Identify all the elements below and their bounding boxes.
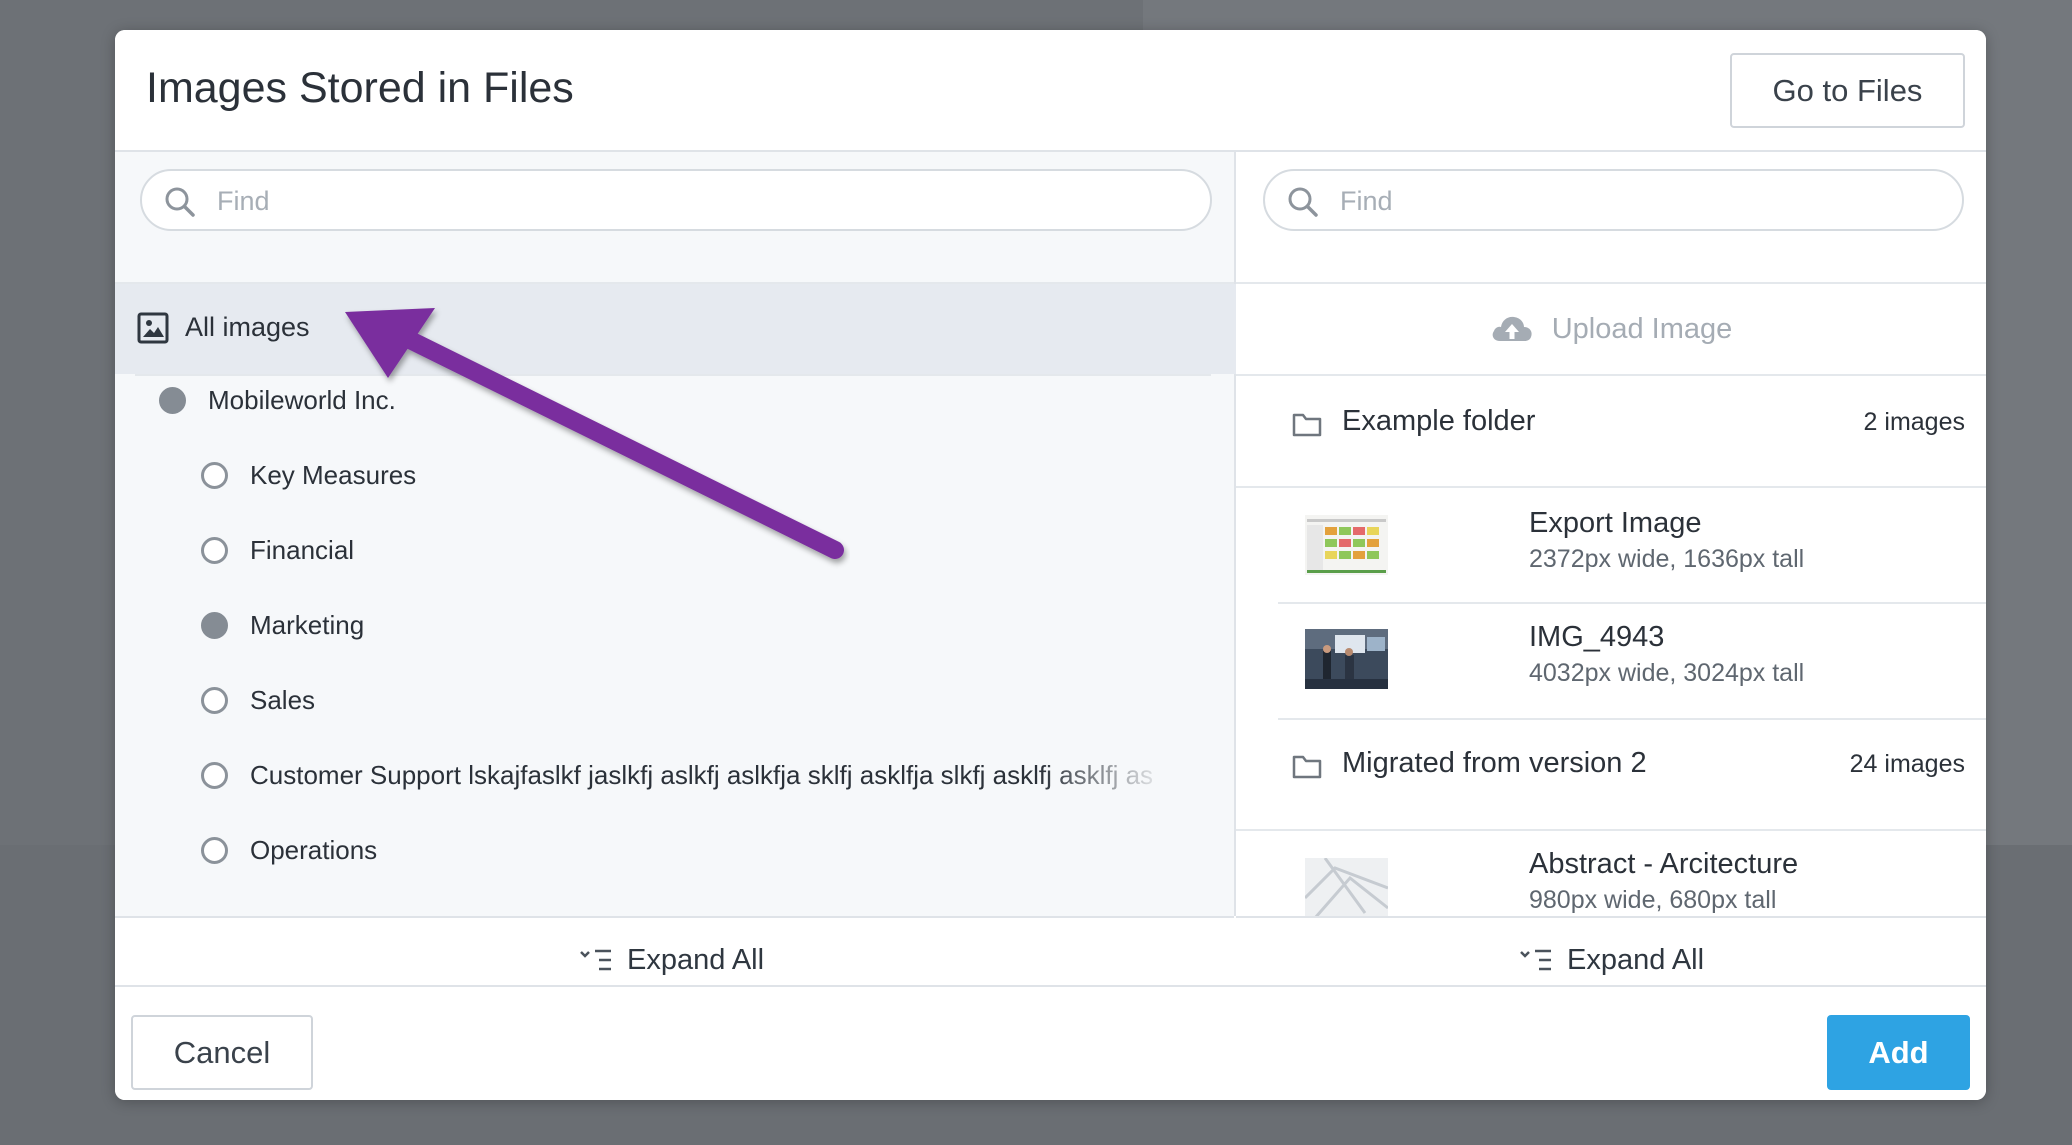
- left-expand-row: Expand All: [115, 916, 1234, 1016]
- folder-icon: [1292, 755, 1322, 779]
- right-expand-all-button[interactable]: Expand All: [1519, 944, 1704, 977]
- tree-item-financial[interactable]: Financial: [201, 530, 354, 570]
- image-icon: [137, 312, 169, 344]
- tree-item-customer-support[interactable]: Customer Support lskajfaslkf jaslkfj asl…: [201, 755, 1170, 795]
- cancel-button[interactable]: Cancel: [131, 1015, 313, 1090]
- search-icon: [165, 187, 195, 217]
- expand-all-label: Expand All: [627, 944, 765, 976]
- folder-row-migrated[interactable]: Migrated from version 2 24 images: [1236, 725, 1986, 805]
- image-name: IMG_4943: [1529, 621, 1665, 653]
- modal-footer: Cancel Add: [115, 1015, 1986, 1100]
- folder-tree-pane: All images Mobileworld Inc. Key Measures…: [115, 152, 1236, 1016]
- folder-count: 24 images: [1849, 750, 1965, 778]
- radio-icon: [201, 536, 228, 564]
- modal-header: Images Stored in Files Go to Files: [115, 30, 1986, 152]
- radio-filled-icon: [159, 386, 186, 414]
- image-row-img4943[interactable]: IMG_4943 4032px wide, 3024px tall: [1236, 603, 1986, 718]
- left-expand-all-button[interactable]: Expand All: [579, 944, 764, 977]
- modal-title: Images Stored in Files: [146, 64, 574, 112]
- image-thumbnail: [1305, 858, 1388, 916]
- folder-icon: [1292, 413, 1322, 437]
- tree-item-label: Customer Support lskajfaslkf jaslkfj asl…: [250, 759, 1170, 791]
- tree-item-label: Mobileworld Inc.: [208, 384, 396, 415]
- image-dimensions: 4032px wide, 3024px tall: [1529, 659, 1805, 687]
- image-thumbnail: [1305, 629, 1388, 689]
- tree-item-label: Financial: [250, 534, 355, 565]
- images-modal: Images Stored in Files Go to Files All i…: [115, 30, 1986, 1100]
- images-list-pane: Upload Image Example folder 2 images: [1236, 152, 1986, 1016]
- radio-icon: [201, 836, 228, 864]
- folder-name: Migrated from version 2: [1342, 747, 1647, 779]
- image-row-abstract[interactable]: Abstract - Arcitecture 980px wide, 680px…: [1236, 830, 1986, 916]
- divider: [1236, 374, 1986, 376]
- go-to-files-button[interactable]: Go to Files: [1730, 53, 1965, 128]
- upload-cloud-icon: [1492, 316, 1532, 341]
- divider: [1278, 718, 1986, 720]
- image-name: Export Image: [1529, 507, 1702, 539]
- search-icon: [1288, 187, 1318, 217]
- tree-item-marketing[interactable]: Marketing: [201, 605, 364, 645]
- tree-item-key-measures[interactable]: Key Measures: [201, 455, 416, 495]
- left-search-input[interactable]: [217, 181, 1072, 221]
- add-button[interactable]: Add: [1827, 1015, 1970, 1090]
- left-search-field[interactable]: [140, 169, 1212, 231]
- radio-icon: [201, 461, 228, 489]
- image-name: Abstract - Arcitecture: [1529, 848, 1799, 880]
- tree-item-label: Operations: [250, 834, 378, 865]
- right-search-field[interactable]: [1263, 169, 1964, 231]
- tree-item-mobileworld[interactable]: Mobileworld Inc.: [159, 380, 396, 420]
- tree-item-sales[interactable]: Sales: [201, 680, 315, 720]
- folder-count: 2 images: [1863, 408, 1965, 436]
- image-thumbnail: [1305, 515, 1388, 575]
- expand-all-icon: [1520, 949, 1551, 970]
- divider: [115, 985, 1986, 987]
- expand-all-label: Expand All: [1567, 944, 1705, 976]
- tree-item-label: Marketing: [250, 609, 365, 640]
- radio-icon: [201, 761, 228, 789]
- folder-name: Example folder: [1342, 405, 1536, 437]
- divider: [135, 374, 1211, 376]
- upload-label: Upload Image: [1551, 312, 1733, 345]
- expand-all-icon: [580, 949, 611, 970]
- tree-item-all-images[interactable]: All images: [115, 284, 1236, 374]
- image-dimensions: 2372px wide, 1636px tall: [1529, 545, 1805, 573]
- radio-filled-icon: [201, 611, 228, 639]
- folder-row-example[interactable]: Example folder 2 images: [1236, 383, 1986, 463]
- right-search-input[interactable]: [1340, 181, 1898, 221]
- tree-item-label: Key Measures: [250, 459, 417, 490]
- right-expand-row: Expand All: [1236, 916, 1986, 1016]
- image-row-export[interactable]: Export Image 2372px wide, 1636px tall: [1236, 487, 1986, 602]
- radio-icon: [201, 686, 228, 714]
- upload-image-button[interactable]: Upload Image: [1236, 284, 1986, 374]
- image-dimensions: 980px wide, 680px tall: [1529, 886, 1777, 914]
- tree-item-operations[interactable]: Operations: [201, 830, 377, 870]
- tree-item-label: Sales: [250, 684, 316, 715]
- all-images-label: All images: [185, 312, 310, 342]
